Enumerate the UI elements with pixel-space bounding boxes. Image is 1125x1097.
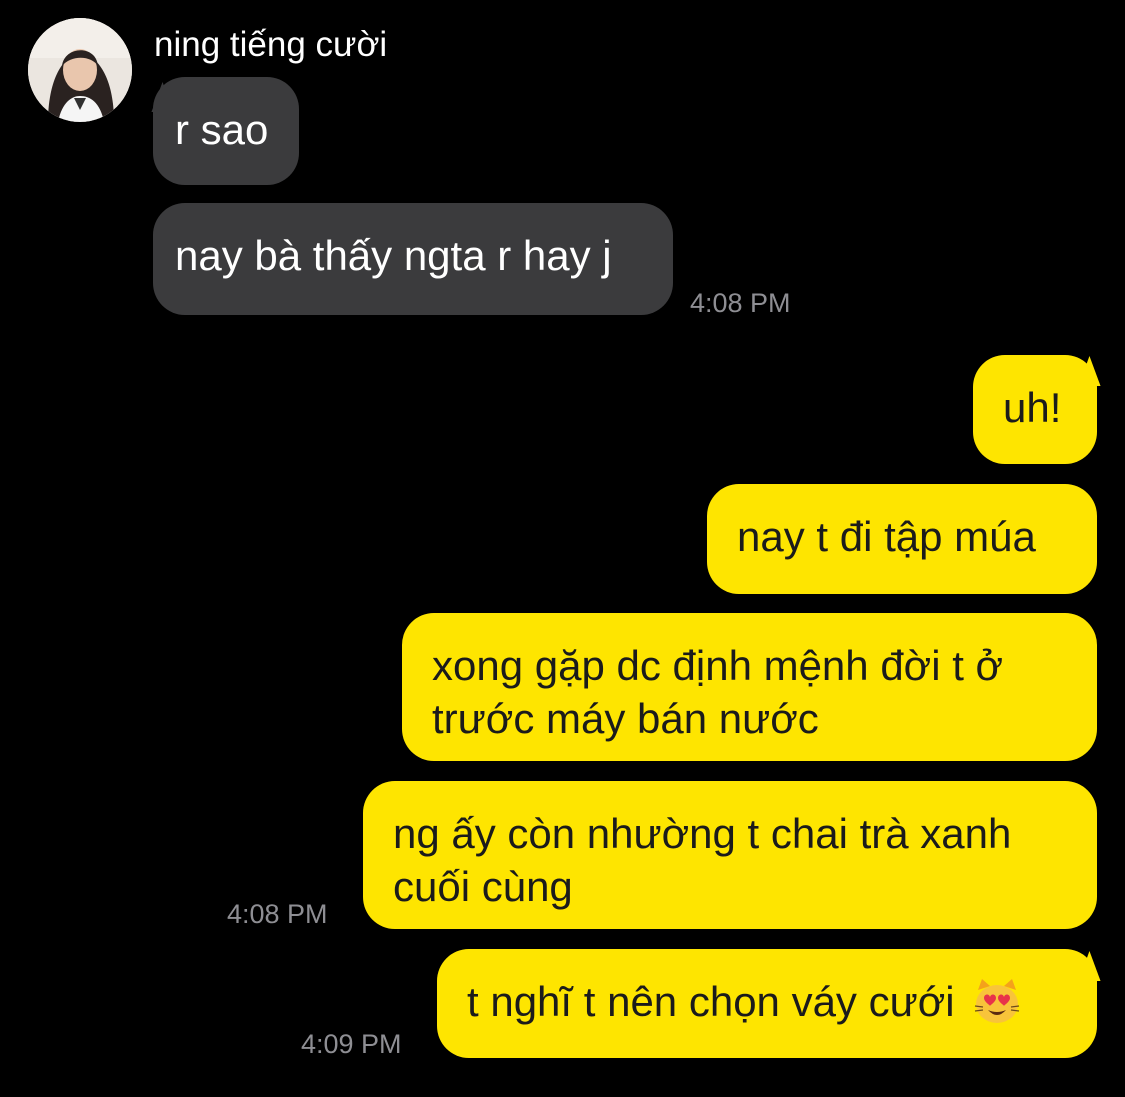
outgoing-message-bubble[interactable]: nay t đi tập múa (707, 484, 1097, 594)
message-text: r sao (175, 106, 269, 153)
heart-eyes-cat-icon (972, 976, 1022, 1026)
outgoing-message-bubble[interactable]: xong gặp dc định mệnh đời t ở trước máy … (402, 613, 1097, 761)
message-text-line: ng ấy còn nhường t chai trà xanh (393, 810, 1012, 857)
message-text: t nghĩ t nên chọn váy cưới (467, 978, 955, 1025)
message-text-line: xong gặp dc định mệnh đời t ở (432, 642, 1004, 689)
contact-avatar[interactable] (28, 18, 132, 122)
message-text: uh! (1003, 384, 1062, 431)
outgoing-message-bubble[interactable]: t nghĩ t nên chọn váy cưới (437, 949, 1097, 1058)
avatar-photo (28, 18, 132, 122)
message-text: nay bà thấy ngta r hay j (175, 232, 612, 279)
message-text: nay t đi tập múa (737, 513, 1036, 560)
message-text-line: cuối cùng (393, 863, 573, 910)
message-text-line: trước máy bán nước (432, 695, 819, 742)
sender-name: ning tiếng cười (154, 25, 388, 64)
message-timestamp: 4:08 PM (227, 899, 328, 929)
incoming-message-bubble[interactable]: r sao (153, 77, 299, 185)
outgoing-message-bubble[interactable]: ng ấy còn nhường t chai trà xanh cuối cù… (363, 781, 1097, 929)
incoming-message-bubble[interactable]: nay bà thấy ngta r hay j (153, 203, 673, 315)
message-timestamp: 4:08 PM (690, 288, 791, 318)
message-timestamp: 4:09 PM (301, 1029, 402, 1059)
outgoing-message-bubble[interactable]: uh! (973, 355, 1097, 464)
